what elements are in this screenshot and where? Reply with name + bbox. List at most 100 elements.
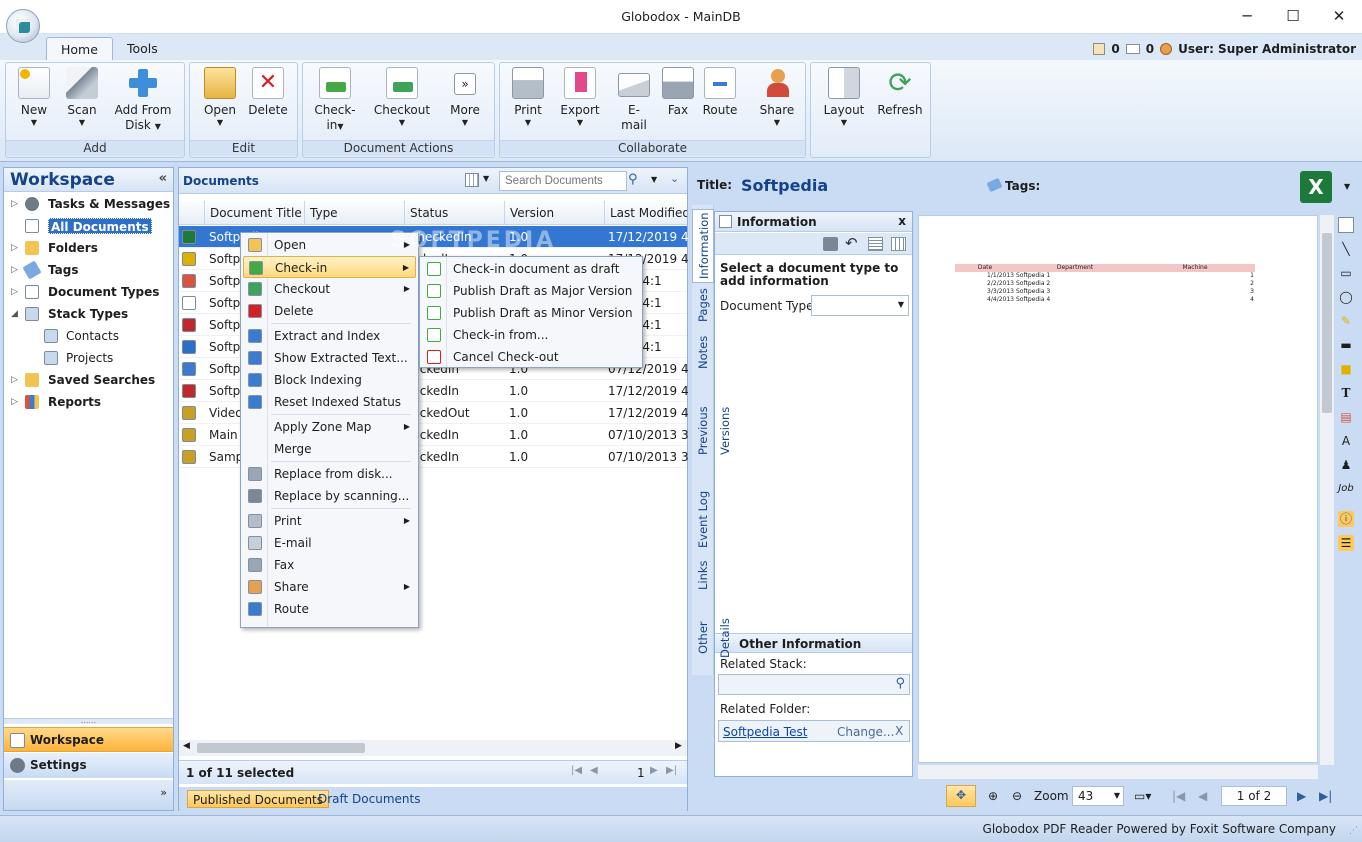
refresh-button[interactable]: ⟳ Refresh (877, 67, 923, 118)
menu-item-extract-and-index[interactable]: Extract and Index (243, 325, 416, 347)
menu-item-check-in[interactable]: Check-in ▶ (243, 256, 416, 278)
menu-item-replace-by-scanning[interactable]: Replace by scanning... (243, 485, 416, 507)
nav-settings-button[interactable]: Settings (4, 753, 173, 778)
tree-item-stack-types[interactable]: ◢ Stack Types (4, 303, 173, 325)
fit-page-icon[interactable]: ▭▾ (1134, 787, 1151, 805)
change-folder-button[interactable]: Change... (837, 725, 894, 739)
menu-item-replace-from-disk[interactable]: Replace from disk... (243, 463, 416, 485)
collapse-header-icon[interactable]: ⌄ (670, 172, 679, 185)
tree-item-reports[interactable]: ▷ Reports (4, 391, 173, 413)
tab-other-details[interactable]: Other Details (692, 601, 732, 675)
more-button[interactable]: » More ▼ (443, 67, 487, 128)
ink-tool-icon[interactable]: Job (1338, 481, 1354, 497)
submenu-item-publish-draft-as-major-version[interactable]: Publish Draft as Major Version (422, 280, 640, 302)
scroll-right-icon[interactable]: ▶ (675, 741, 682, 751)
document-viewer[interactable]: Date Department Machine 1/1/2013 Softpedi… (918, 215, 1318, 763)
last-page-icon[interactable]: ▶| (666, 765, 677, 776)
prev-page-icon[interactable]: ◀ (1198, 787, 1207, 805)
menu-item-apply-zone-map[interactable]: Apply Zone Map ▶ (243, 416, 416, 438)
delete-button[interactable]: ✕ Delete (246, 67, 290, 118)
tree-item-folders[interactable]: ▷ Folders (4, 237, 173, 259)
mail-icon[interactable] (1125, 44, 1140, 54)
tab-draft-documents[interactable]: Draft Documents (313, 790, 425, 808)
last-page-icon[interactable]: ▶| (1319, 787, 1332, 805)
tab-published-documents[interactable]: Published Documents (187, 790, 330, 808)
next-page-icon[interactable]: ▶ (650, 765, 658, 776)
layout-button[interactable]: Layout ▼ (819, 67, 869, 128)
menu-item-e-mail[interactable]: E-mail (243, 532, 416, 554)
menu-item-block-indexing[interactable]: Block Indexing (243, 369, 416, 391)
new-button[interactable]: New ▼ (12, 67, 56, 128)
minimize-button[interactable]: ─ (1224, 4, 1270, 28)
font-tool-icon[interactable]: A (1338, 433, 1354, 449)
scroll-thumb[interactable] (1322, 233, 1332, 413)
tab-notes[interactable]: Notes (692, 331, 714, 373)
zoom-select[interactable]: 43 ▼ (1072, 786, 1124, 806)
share-button[interactable]: Share ▼ (754, 67, 800, 128)
nav-more-button[interactable]: » (4, 780, 173, 810)
tab-tools[interactable]: Tools (113, 37, 172, 61)
tree-item-document-types[interactable]: ▷ Document Types (4, 281, 173, 303)
menu-item-show-extracted-text[interactable]: Show Extracted Text... (243, 347, 416, 369)
properties-icon[interactable]: ☰ (1338, 535, 1354, 551)
excel-file-icon[interactable]: X (1300, 171, 1332, 203)
email-button[interactable]: E-mail (614, 67, 654, 133)
column-type[interactable]: Type (304, 201, 404, 225)
submenu-item-check-in-document-as-draft[interactable]: Check-in document as draft (422, 258, 640, 280)
menu-item-checkout[interactable]: Checkout ▶ (243, 278, 416, 300)
menu-item-merge[interactable]: Merge (243, 438, 416, 460)
tab-links[interactable]: Links (692, 555, 714, 595)
tree-item-saved-searches[interactable]: ▷ Saved Searches (4, 369, 173, 391)
print-button[interactable]: Print ▼ (506, 67, 550, 128)
highlighter-icon[interactable]: ✎ (1338, 313, 1354, 329)
resize-grip-icon[interactable]: ⋰ (1349, 826, 1358, 836)
column-status[interactable]: Status (404, 201, 504, 225)
view-mode-dropdown-icon[interactable]: ▼ (483, 174, 489, 183)
app-menu-icon[interactable] (6, 9, 40, 43)
tree-item-tags[interactable]: ▷ Tags (4, 259, 173, 281)
close-icon[interactable]: x (898, 214, 906, 228)
related-folder-link[interactable]: Softpedia Test (723, 725, 807, 739)
menu-item-delete[interactable]: Delete (243, 300, 416, 322)
first-page-icon[interactable]: |◀ (571, 765, 582, 776)
tree-item-all-documents[interactable]: All Documents (4, 215, 173, 237)
undo-icon[interactable]: ↶ (845, 234, 858, 252)
panel-splitter[interactable]: ...... (4, 717, 173, 725)
save-icon[interactable] (823, 237, 838, 251)
submenu-item-publish-draft-as-minor-version[interactable]: Publish Draft as Minor Version (422, 302, 640, 324)
page-indicator[interactable]: 1 of 2 (1221, 786, 1287, 806)
pan-tool-icon[interactable]: ✥ (946, 785, 976, 807)
check-in-button[interactable]: Check-in▼ (309, 67, 361, 134)
ellipse-tool-icon[interactable]: ◯ (1338, 289, 1354, 305)
fax-button[interactable]: Fax (658, 67, 698, 118)
tree-item-contacts[interactable]: Contacts (4, 325, 173, 347)
column-version[interactable]: Version (504, 201, 604, 225)
text-tool-icon[interactable]: T (1338, 385, 1354, 401)
list-view-icon[interactable] (868, 237, 883, 251)
rectangle-tool-icon[interactable]: ▭ (1338, 265, 1354, 281)
search-icon[interactable]: ⚲ (628, 172, 638, 187)
prev-page-icon[interactable]: ◀ (590, 765, 598, 776)
submenu-item-cancel-check-out[interactable]: Cancel Check-out (422, 346, 640, 368)
menu-item-route[interactable]: Route (243, 598, 416, 620)
menu-item-reset-indexed-status[interactable]: Reset Indexed Status (243, 391, 416, 413)
redact-tool-icon[interactable]: ▬ (1338, 337, 1354, 353)
next-page-icon[interactable]: ▶ (1297, 787, 1306, 805)
signature-tool-icon[interactable]: ♟ (1338, 457, 1354, 473)
view-mode-icon[interactable] (465, 173, 479, 187)
zoom-out-icon[interactable]: ⊖ (1012, 787, 1022, 805)
menu-item-share[interactable]: Share ▶ (243, 576, 416, 598)
search-icon[interactable]: ⚲ (895, 676, 905, 691)
stamp-tool-icon[interactable]: ▤ (1338, 409, 1354, 425)
collapse-icon[interactable]: « (159, 171, 167, 186)
add-from-disk-button[interactable]: Add From Disk ▼ (110, 67, 176, 134)
horizontal-scrollbar[interactable]: ◀ ▶ (179, 740, 687, 756)
grid-view-icon[interactable] (891, 237, 906, 251)
remove-folder-button[interactable]: X (895, 724, 903, 738)
search-options-icon[interactable]: ▼ (651, 175, 657, 184)
scan-button[interactable]: Scan ▼ (60, 67, 104, 128)
export-button[interactable]: Export ▼ (556, 67, 604, 128)
tab-information[interactable]: Information (692, 209, 714, 283)
route-button[interactable]: Route (700, 67, 740, 118)
scroll-left-icon[interactable]: ◀ (183, 741, 190, 751)
